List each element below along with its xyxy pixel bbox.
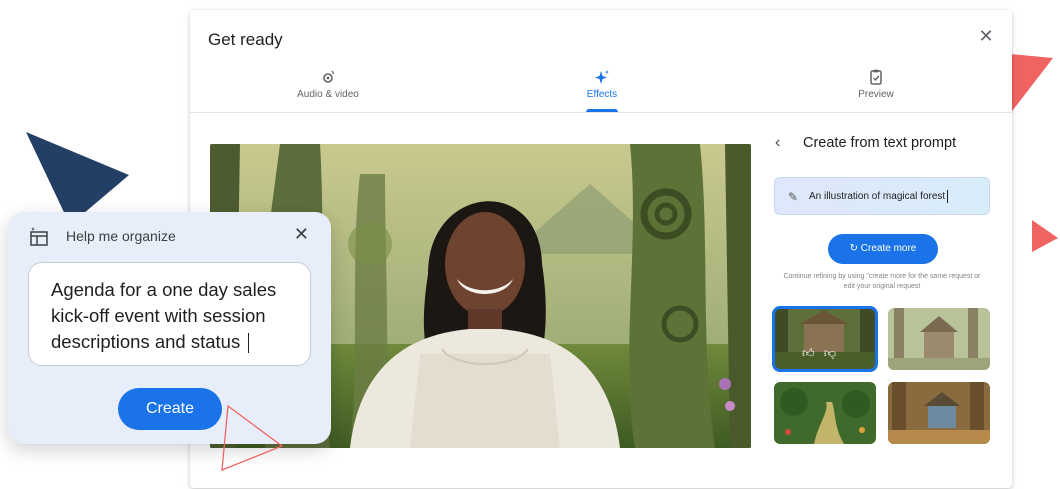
audio-video-gear-icon: [258, 68, 398, 88]
create-more-label: Create more: [860, 243, 917, 254]
thumbs-up-icon[interactable]: 👍︎: [802, 346, 815, 360]
generated-background-thumbnail[interactable]: [774, 382, 876, 444]
refine-hint: Continue refining by using "create more …: [783, 273, 981, 290]
prompt-text: An illustration of magical forest: [809, 191, 946, 202]
organize-title: Help me organize: [66, 228, 176, 244]
panel-header: ‹ Create from text prompt: [775, 134, 956, 152]
tab-effects[interactable]: Effects: [532, 64, 672, 112]
tab-label: Preview: [858, 89, 894, 100]
organize-prompt-input[interactable]: Agenda for a one day sales kick-off even…: [28, 262, 311, 366]
tab-bar: Audio & video Effects Preview: [190, 64, 1012, 113]
text-cursor: [947, 189, 949, 203]
thumbs-down-icon[interactable]: 👎︎: [824, 346, 836, 360]
outline-triangle-decoration: [221, 404, 284, 471]
sparkle-icon: [532, 68, 672, 88]
rating-controls: 👍︎ 👎︎: [802, 346, 852, 364]
text-cursor: [248, 333, 250, 354]
generated-background-thumbnail[interactable]: [888, 308, 990, 370]
coral-small-triangle-decoration: [1032, 220, 1058, 252]
green-forest-path-image: [774, 382, 876, 444]
forest-house-image: [888, 308, 990, 370]
panel-heading: Create from text prompt: [803, 135, 957, 151]
refresh-icon: ↻: [849, 243, 859, 254]
tab-audio-video[interactable]: Audio & video: [258, 64, 398, 112]
create-button[interactable]: Create: [118, 388, 222, 430]
clipboard-check-icon: [806, 68, 946, 88]
tab-label: Effects: [586, 89, 618, 100]
close-icon[interactable]: ✕: [976, 26, 996, 46]
tab-preview[interactable]: Preview: [806, 64, 946, 112]
text-prompt-input[interactable]: ✎ An illustration of magical forest: [774, 177, 990, 215]
active-tab-indicator: [586, 109, 618, 112]
create-more-button[interactable]: ↻ Create more: [828, 234, 938, 264]
magic-wand-icon: ✎: [788, 190, 799, 204]
generated-background-thumbnail[interactable]: 👍︎ 👎︎: [772, 306, 878, 372]
close-icon[interactable]: ✕: [294, 224, 309, 245]
dialog-title: Get ready: [208, 30, 283, 49]
tab-label: Audio & video: [297, 89, 359, 100]
organize-prompt-text: Agenda for a one day sales kick-off even…: [51, 279, 277, 352]
back-arrow-icon[interactable]: ‹: [775, 134, 791, 152]
table-sparkle-icon: [28, 226, 50, 248]
generated-background-thumbnail[interactable]: [888, 382, 990, 444]
forest-cabin-image: [888, 382, 990, 444]
